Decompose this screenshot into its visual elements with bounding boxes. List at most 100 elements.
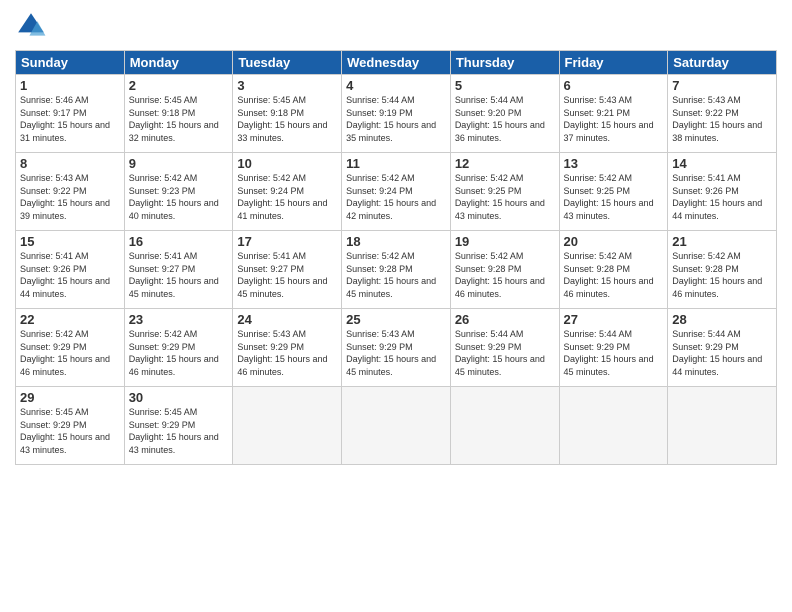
- logo: [15, 10, 51, 42]
- day-number: 28: [672, 312, 772, 327]
- day-info: Sunrise: 5:42 AMSunset: 9:28 PMDaylight:…: [346, 250, 446, 300]
- day-info: Sunrise: 5:42 AMSunset: 9:28 PMDaylight:…: [564, 250, 664, 300]
- calendar-day-19: 19Sunrise: 5:42 AMSunset: 9:28 PMDayligh…: [450, 231, 559, 309]
- calendar-week-3: 15Sunrise: 5:41 AMSunset: 9:26 PMDayligh…: [16, 231, 777, 309]
- calendar-day-2: 2Sunrise: 5:45 AMSunset: 9:18 PMDaylight…: [124, 75, 233, 153]
- weekday-header-row: SundayMondayTuesdayWednesdayThursdayFrid…: [16, 51, 777, 75]
- calendar-day-21: 21Sunrise: 5:42 AMSunset: 9:28 PMDayligh…: [668, 231, 777, 309]
- weekday-header-wednesday: Wednesday: [342, 51, 451, 75]
- day-number: 5: [455, 78, 555, 93]
- day-number: 10: [237, 156, 337, 171]
- calendar-day-30: 30Sunrise: 5:45 AMSunset: 9:29 PMDayligh…: [124, 387, 233, 465]
- calendar-day-16: 16Sunrise: 5:41 AMSunset: 9:27 PMDayligh…: [124, 231, 233, 309]
- day-info: Sunrise: 5:41 AMSunset: 9:27 PMDaylight:…: [237, 250, 337, 300]
- day-number: 15: [20, 234, 120, 249]
- day-number: 29: [20, 390, 120, 405]
- calendar-day-10: 10Sunrise: 5:42 AMSunset: 9:24 PMDayligh…: [233, 153, 342, 231]
- calendar-day-25: 25Sunrise: 5:43 AMSunset: 9:29 PMDayligh…: [342, 309, 451, 387]
- calendar-day-12: 12Sunrise: 5:42 AMSunset: 9:25 PMDayligh…: [450, 153, 559, 231]
- calendar-day-6: 6Sunrise: 5:43 AMSunset: 9:21 PMDaylight…: [559, 75, 668, 153]
- page: SundayMondayTuesdayWednesdayThursdayFrid…: [0, 0, 792, 612]
- day-number: 12: [455, 156, 555, 171]
- weekday-header-friday: Friday: [559, 51, 668, 75]
- calendar-day-1: 1Sunrise: 5:46 AMSunset: 9:17 PMDaylight…: [16, 75, 125, 153]
- day-info: Sunrise: 5:44 AMSunset: 9:19 PMDaylight:…: [346, 94, 446, 144]
- weekday-header-monday: Monday: [124, 51, 233, 75]
- weekday-header-sunday: Sunday: [16, 51, 125, 75]
- day-number: 26: [455, 312, 555, 327]
- day-number: 14: [672, 156, 772, 171]
- day-info: Sunrise: 5:42 AMSunset: 9:29 PMDaylight:…: [129, 328, 229, 378]
- header: [15, 10, 777, 42]
- day-number: 9: [129, 156, 229, 171]
- calendar-day-26: 26Sunrise: 5:44 AMSunset: 9:29 PMDayligh…: [450, 309, 559, 387]
- weekday-header-thursday: Thursday: [450, 51, 559, 75]
- day-info: Sunrise: 5:42 AMSunset: 9:23 PMDaylight:…: [129, 172, 229, 222]
- calendar-day-14: 14Sunrise: 5:41 AMSunset: 9:26 PMDayligh…: [668, 153, 777, 231]
- day-info: Sunrise: 5:41 AMSunset: 9:27 PMDaylight:…: [129, 250, 229, 300]
- day-number: 22: [20, 312, 120, 327]
- day-number: 3: [237, 78, 337, 93]
- calendar-day-empty: [342, 387, 451, 465]
- day-info: Sunrise: 5:43 AMSunset: 9:29 PMDaylight:…: [237, 328, 337, 378]
- calendar-day-24: 24Sunrise: 5:43 AMSunset: 9:29 PMDayligh…: [233, 309, 342, 387]
- day-number: 23: [129, 312, 229, 327]
- calendar-week-1: 1Sunrise: 5:46 AMSunset: 9:17 PMDaylight…: [16, 75, 777, 153]
- logo-icon: [15, 10, 47, 42]
- calendar-day-13: 13Sunrise: 5:42 AMSunset: 9:25 PMDayligh…: [559, 153, 668, 231]
- calendar-day-11: 11Sunrise: 5:42 AMSunset: 9:24 PMDayligh…: [342, 153, 451, 231]
- day-info: Sunrise: 5:42 AMSunset: 9:29 PMDaylight:…: [20, 328, 120, 378]
- calendar-day-5: 5Sunrise: 5:44 AMSunset: 9:20 PMDaylight…: [450, 75, 559, 153]
- calendar-day-29: 29Sunrise: 5:45 AMSunset: 9:29 PMDayligh…: [16, 387, 125, 465]
- day-number: 7: [672, 78, 772, 93]
- day-info: Sunrise: 5:41 AMSunset: 9:26 PMDaylight:…: [20, 250, 120, 300]
- calendar-table: SundayMondayTuesdayWednesdayThursdayFrid…: [15, 50, 777, 465]
- calendar-week-5: 29 Sunrise: 5:45 AMSunset: 9:29 PMDayligh…: [16, 387, 777, 465]
- day-info: Sunrise: 5:42 AMSunset: 9:25 PMDaylight:…: [455, 172, 555, 222]
- day-info: Sunrise: 5:41 AMSunset: 9:26 PMDaylight:…: [672, 172, 772, 222]
- calendar-day-20: 20Sunrise: 5:42 AMSunset: 9:28 PMDayligh…: [559, 231, 668, 309]
- day-number: 19: [455, 234, 555, 249]
- calendar-week-2: 8Sunrise: 5:43 AMSunset: 9:22 PMDaylight…: [16, 153, 777, 231]
- calendar-day-28: 28Sunrise: 5:44 AMSunset: 9:29 PMDayligh…: [668, 309, 777, 387]
- day-info: Sunrise: 5:45 AMSunset: 9:29 PMDaylight:…: [129, 406, 229, 456]
- day-info: Sunrise: 5:44 AMSunset: 9:20 PMDaylight:…: [455, 94, 555, 144]
- calendar-day-empty: [450, 387, 559, 465]
- day-info: Sunrise: 5:45 AMSunset: 9:18 PMDaylight:…: [237, 94, 337, 144]
- calendar-day-17: 17Sunrise: 5:41 AMSunset: 9:27 PMDayligh…: [233, 231, 342, 309]
- day-info: Sunrise: 5:42 AMSunset: 9:25 PMDaylight:…: [564, 172, 664, 222]
- day-info: Sunrise: 5:45 AMSunset: 9:18 PMDaylight:…: [129, 94, 229, 144]
- day-number: 8: [20, 156, 120, 171]
- day-number: 30: [129, 390, 229, 405]
- calendar-day-empty: [668, 387, 777, 465]
- weekday-header-tuesday: Tuesday: [233, 51, 342, 75]
- calendar-day-8: 8Sunrise: 5:43 AMSunset: 9:22 PMDaylight…: [16, 153, 125, 231]
- day-number: 18: [346, 234, 446, 249]
- day-number: 24: [237, 312, 337, 327]
- day-info: Sunrise: 5:42 AMSunset: 9:28 PMDaylight:…: [672, 250, 772, 300]
- day-number: 11: [346, 156, 446, 171]
- day-number: 27: [564, 312, 664, 327]
- day-info: Sunrise: 5:44 AMSunset: 9:29 PMDaylight:…: [672, 328, 772, 378]
- day-info: Sunrise: 5:43 AMSunset: 9:22 PMDaylight:…: [20, 172, 120, 222]
- calendar-day-15: 15Sunrise: 5:41 AMSunset: 9:26 PMDayligh…: [16, 231, 125, 309]
- day-info: Sunrise: 5:44 AMSunset: 9:29 PMDaylight:…: [564, 328, 664, 378]
- day-number: 4: [346, 78, 446, 93]
- calendar-day-7: 7Sunrise: 5:43 AMSunset: 9:22 PMDaylight…: [668, 75, 777, 153]
- day-number: 20: [564, 234, 664, 249]
- day-number: 1: [20, 78, 120, 93]
- day-info: Sunrise: 5:42 AMSunset: 9:24 PMDaylight:…: [346, 172, 446, 222]
- day-info: Sunrise: 5:43 AMSunset: 9:22 PMDaylight:…: [672, 94, 772, 144]
- day-info: Sunrise: 5:46 AMSunset: 9:17 PMDaylight:…: [20, 94, 120, 144]
- day-info: Sunrise: 5:44 AMSunset: 9:29 PMDaylight:…: [455, 328, 555, 378]
- calendar-day-18: 18Sunrise: 5:42 AMSunset: 9:28 PMDayligh…: [342, 231, 451, 309]
- day-info: Sunrise: 5:43 AMSunset: 9:29 PMDaylight:…: [346, 328, 446, 378]
- calendar-week-4: 22Sunrise: 5:42 AMSunset: 9:29 PMDayligh…: [16, 309, 777, 387]
- calendar-day-empty: [559, 387, 668, 465]
- day-number: 2: [129, 78, 229, 93]
- calendar-day-27: 27Sunrise: 5:44 AMSunset: 9:29 PMDayligh…: [559, 309, 668, 387]
- calendar-day-22: 22Sunrise: 5:42 AMSunset: 9:29 PMDayligh…: [16, 309, 125, 387]
- calendar-day-3: 3Sunrise: 5:45 AMSunset: 9:18 PMDaylight…: [233, 75, 342, 153]
- calendar-day-23: 23Sunrise: 5:42 AMSunset: 9:29 PMDayligh…: [124, 309, 233, 387]
- day-number: 13: [564, 156, 664, 171]
